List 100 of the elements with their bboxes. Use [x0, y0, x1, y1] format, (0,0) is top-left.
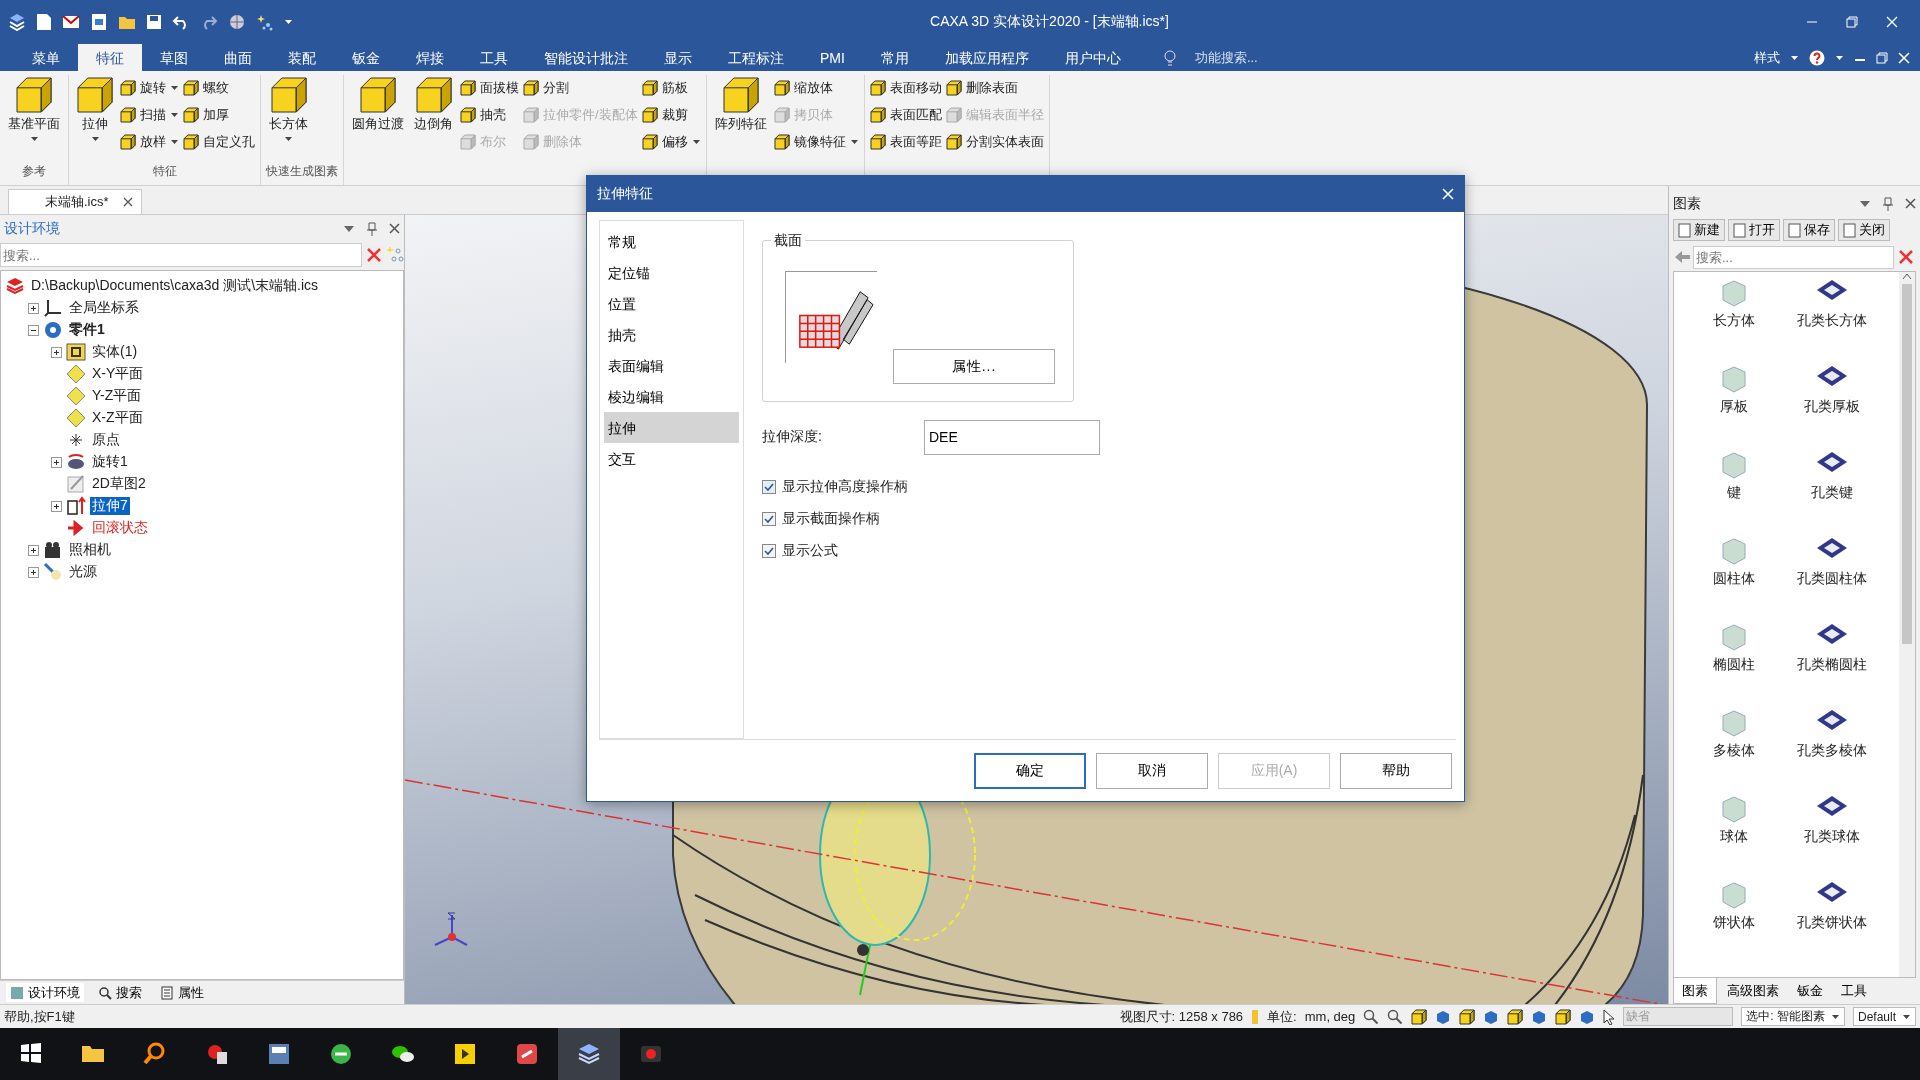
depth-field[interactable]: DEE — [924, 419, 1100, 455]
cube-icon[interactable] — [1459, 1008, 1476, 1025]
tree-item[interactable]: 2D草图2 — [90, 475, 148, 493]
ribbon-button[interactable]: 抽壳 — [460, 104, 519, 126]
expander-icon[interactable] — [51, 456, 62, 468]
new-file-icon[interactable] — [36, 13, 52, 31]
expander-icon[interactable] — [51, 346, 62, 358]
caret-icon[interactable] — [343, 224, 355, 233]
panel-tab[interactable]: 属性 — [156, 983, 208, 1002]
element-item[interactable]: 键 — [1691, 450, 1776, 536]
panel-tab[interactable]: 钣金 — [1789, 978, 1831, 1004]
magnifier-icon[interactable] — [1387, 1008, 1404, 1025]
ribbon-button[interactable]: 旋转 — [120, 77, 179, 99]
tree-item[interactable]: 实体(1) — [90, 343, 140, 361]
caret-icon[interactable] — [1790, 53, 1799, 62]
cube-icon[interactable] — [1531, 1008, 1548, 1025]
style-dropdown[interactable]: Default — [1852, 1007, 1916, 1026]
tree-item[interactable]: 回滚状态 — [90, 519, 150, 537]
ribbon-button[interactable]: 放样 — [120, 131, 179, 153]
app-logo-icon[interactable] — [8, 13, 26, 31]
ribbon-tab[interactable]: 焊接 — [398, 44, 462, 71]
expander-icon[interactable] — [28, 324, 39, 336]
ribbon-tab[interactable]: 钣金 — [334, 44, 398, 71]
ribbon-tab[interactable]: PMI — [802, 44, 863, 71]
ribbon-button[interactable]: 面拔模 — [460, 77, 519, 99]
element-item[interactable]: 圆柱体 — [1691, 536, 1776, 622]
caret-icon[interactable] — [284, 18, 293, 26]
toolbar-button[interactable]: 保存 — [1783, 219, 1835, 241]
ribbon-tab[interactable]: 草图 — [142, 44, 206, 71]
close-icon[interactable] — [389, 223, 400, 234]
caret-icon[interactable] — [1835, 53, 1844, 62]
element-item[interactable]: 孔类长方体 — [1781, 278, 1882, 364]
element-item[interactable]: 饼状体 — [1691, 880, 1776, 966]
element-item[interactable]: 椭圆柱 — [1691, 622, 1776, 708]
expander-icon[interactable] — [28, 566, 39, 578]
cursor-icon[interactable] — [1603, 1008, 1616, 1025]
ribbon-tab[interactable]: 曲面 — [206, 44, 270, 71]
panel-tab[interactable]: 工具 — [1833, 978, 1875, 1004]
pin-icon[interactable] — [1883, 196, 1893, 211]
ribbon-button[interactable]: 镜像特征 — [773, 131, 859, 153]
element-item[interactable]: 孔类厚板 — [1781, 364, 1882, 450]
panel-tab[interactable]: 高级图素 — [1719, 978, 1787, 1004]
restore-icon[interactable] — [1876, 51, 1888, 64]
pin-icon[interactable] — [367, 221, 377, 236]
caret-icon[interactable] — [1859, 199, 1871, 208]
globe-icon[interactable] — [228, 13, 246, 31]
layers-icon[interactable] — [577, 1042, 601, 1066]
tree-item[interactable]: 旋转1 — [90, 453, 130, 471]
ribbon-button[interactable]: 缩放体 — [773, 77, 859, 99]
expander-icon[interactable] — [28, 302, 39, 314]
toolbar-button[interactable]: 关闭 — [1838, 219, 1890, 241]
cube-icon[interactable] — [1579, 1008, 1596, 1025]
ribbon-button[interactable]: 筋板 — [641, 77, 701, 99]
element-item[interactable]: 长方体 — [1691, 278, 1776, 364]
ribbon-button[interactable]: 螺纹 — [183, 77, 255, 99]
cube-icon[interactable] — [1435, 1008, 1452, 1025]
dialog-button[interactable]: 帮助 — [1340, 752, 1452, 789]
search-field[interactable]: 搜索... — [1693, 245, 1894, 269]
ribbon-button[interactable]: 加厚 — [183, 104, 255, 126]
feature-search-field[interactable]: 功能搜索... — [1194, 48, 1258, 67]
element-item[interactable]: 孔类键 — [1781, 450, 1882, 536]
ribbon-tab[interactable]: 显示 — [646, 44, 710, 71]
ribbon-button[interactable]: 表面移动 — [869, 77, 942, 99]
toolbar-button[interactable]: 新建 — [1673, 219, 1725, 241]
magnifier-icon[interactable] — [143, 1042, 167, 1066]
ribbon-button[interactable]: 裁剪 — [641, 104, 701, 126]
scroll-up-icon[interactable] — [1902, 272, 1912, 280]
nav-item[interactable]: 棱边编辑 — [604, 381, 739, 412]
ribbon-tab[interactable]: 常用 — [862, 44, 927, 71]
ribbon-tab[interactable]: 工具 — [462, 44, 526, 71]
tree-item[interactable]: 拉伸7 — [90, 497, 130, 515]
ribbon-tab[interactable]: 用户中心 — [1046, 44, 1139, 71]
ribbon-button[interactable]: 阵列特征 — [711, 75, 770, 161]
help-icon[interactable] — [1809, 49, 1825, 66]
element-item[interactable]: 孔类饼状体 — [1781, 880, 1882, 966]
style-menu[interactable]: 样式 — [1754, 48, 1780, 67]
tree-item[interactable]: 光源 — [67, 563, 99, 581]
tree-item[interactable]: 照相机 — [67, 541, 113, 559]
document-icon[interactable] — [90, 13, 108, 31]
panel-tab[interactable]: 搜索 — [94, 983, 146, 1002]
dialog-button[interactable]: 取消 — [1096, 752, 1208, 789]
ribbon-button[interactable]: 分割实体表面 — [945, 131, 1044, 153]
player-icon[interactable] — [453, 1042, 477, 1066]
mail-icon[interactable] — [62, 14, 80, 30]
ribbon-button[interactable]: 表面匹配 — [869, 104, 942, 126]
cube-icon[interactable] — [1555, 1008, 1572, 1025]
tree-item[interactable]: 全局坐标系 — [67, 299, 141, 317]
panel-tab[interactable]: 设计环境 — [6, 983, 84, 1002]
expander-icon[interactable] — [51, 500, 62, 512]
checkbox[interactable] — [762, 512, 776, 526]
cube-icon[interactable] — [1483, 1008, 1500, 1025]
magnifier-icon[interactable] — [1363, 1008, 1380, 1025]
ribbon-button[interactable]: 长方体 — [266, 75, 311, 161]
tree-item[interactable]: 零件1 — [67, 321, 107, 339]
ribbon-button[interactable]: 边倒角 — [411, 75, 456, 161]
restore-icon[interactable] — [1846, 16, 1858, 28]
ribbon-button[interactable]: 拉伸 — [74, 75, 116, 161]
app-icon[interactable] — [267, 1042, 291, 1066]
search-field[interactable]: 搜索... — [0, 243, 362, 267]
panel-tab[interactable]: 图素 — [1673, 978, 1717, 1004]
